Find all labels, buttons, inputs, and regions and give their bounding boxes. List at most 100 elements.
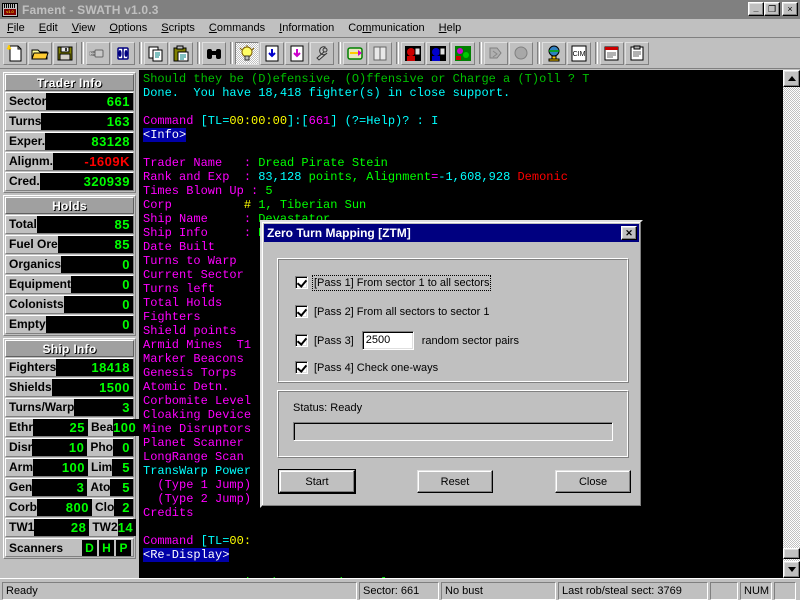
menu-file[interactable]: File xyxy=(0,20,32,36)
new-file-button[interactable] xyxy=(3,42,27,65)
copy-button[interactable] xyxy=(144,42,168,65)
settings-button[interactable] xyxy=(310,42,334,65)
export-button[interactable] xyxy=(285,42,309,65)
terminal-span: Demonic xyxy=(510,170,568,184)
open-folder-button[interactable] xyxy=(28,42,52,65)
import-button[interactable] xyxy=(260,42,284,65)
pass4-checkbox[interactable] xyxy=(295,361,308,374)
scrollbar-thumb[interactable] xyxy=(783,548,800,559)
lightbulb-icon xyxy=(239,45,255,61)
pass3-row[interactable]: [Pass 3] 2500 random sector pairs xyxy=(295,331,519,350)
pass3-checkbox[interactable] xyxy=(295,334,308,347)
field-value: 28 xyxy=(34,519,90,536)
window-controls: _ ❐ × xyxy=(748,2,798,16)
field-label: Fighters xyxy=(9,360,57,374)
field-holds-colonists: Colonists 0 xyxy=(5,295,134,314)
status-message: Ready xyxy=(2,581,357,600)
scroll-up-button[interactable] xyxy=(783,70,800,87)
clipboard-button[interactable] xyxy=(625,42,649,65)
galaxy-button[interactable] xyxy=(542,42,566,65)
save-button[interactable] xyxy=(53,42,77,65)
trader-red-icon xyxy=(405,46,421,61)
find-button[interactable] xyxy=(202,42,226,65)
field-label: TW2 xyxy=(92,520,118,534)
start-button[interactable]: Start xyxy=(279,470,355,493)
field-label: TW1 xyxy=(9,520,35,534)
pass3-count-input[interactable]: 2500 xyxy=(361,331,414,350)
reset-button[interactable]: Reset xyxy=(417,470,493,493)
chevron-up-icon xyxy=(787,76,796,81)
terminal-span: Armid Mines T1 xyxy=(143,338,252,352)
menu-edit[interactable]: Edit xyxy=(32,20,65,36)
terminal-span: Current Sector xyxy=(143,268,244,282)
pass2-checkbox[interactable] xyxy=(295,305,308,318)
trader-red-button[interactable] xyxy=(401,42,425,65)
lightbulb-button[interactable] xyxy=(235,42,259,65)
menu-scripts[interactable]: Scripts xyxy=(154,20,202,36)
menu-options[interactable]: Options xyxy=(102,20,154,36)
connect-button[interactable] xyxy=(86,42,110,65)
terminal-span: Ship Info : xyxy=(143,226,259,240)
cim-button[interactable]: CIM xyxy=(567,42,591,65)
book-button[interactable] xyxy=(368,42,392,65)
field-turns: Turns 163 xyxy=(5,112,134,131)
menu-communication[interactable]: Communication xyxy=(341,20,431,36)
disconnect-button[interactable] xyxy=(111,42,135,65)
trader-green-button[interactable] xyxy=(451,42,475,65)
menu-view[interactable]: View xyxy=(65,20,103,36)
field-value: 661 xyxy=(46,93,133,110)
pass1-row[interactable]: [Pass 1] From sector 1 to all sectors xyxy=(295,274,492,291)
notes-icon xyxy=(604,46,619,61)
clipboard-icon xyxy=(630,45,644,61)
minimize-button[interactable]: _ xyxy=(748,2,764,16)
maximize-button[interactable]: ❐ xyxy=(764,2,780,16)
terminal-line: Command [TL=00:00:00]:[661] (?=Help)? : … xyxy=(143,114,783,128)
field-value: 5 xyxy=(110,479,133,496)
field-value: 163 xyxy=(41,113,133,130)
warp-button[interactable] xyxy=(343,42,367,65)
paste-button[interactable] xyxy=(169,42,193,65)
terminal-span: Genesis Torps xyxy=(143,366,237,380)
toolbar-separator xyxy=(592,42,600,65)
field-value: 800 xyxy=(37,499,92,516)
menu-help[interactable]: Help xyxy=(432,20,469,36)
terminal-span: 00: xyxy=(229,534,252,548)
field-label: Empty xyxy=(9,317,46,331)
ship-button[interactable] xyxy=(484,42,508,65)
terminal-line: Rank and Exp : 83,128 points, Alignment=… xyxy=(143,170,783,184)
terminal-scrollbar[interactable] xyxy=(783,70,800,578)
close-dialog-button[interactable]: Close xyxy=(555,470,631,493)
svg-text:CIM: CIM xyxy=(573,51,586,58)
connect-plug-icon xyxy=(89,49,104,58)
terminal-line: Should they be (D)efensive, (O)ffensive … xyxy=(143,72,783,86)
terminal-span: Turns to Warp xyxy=(143,254,237,268)
field-label: Sector xyxy=(9,94,47,108)
menu-information[interactable]: Information xyxy=(272,20,341,36)
field-value: 0 xyxy=(61,256,133,273)
scroll-down-button[interactable] xyxy=(783,561,800,578)
pass2-row[interactable]: [Pass 2] From all sectors to sector 1 xyxy=(295,305,489,318)
toolbar-separator xyxy=(136,42,144,65)
notes-button[interactable] xyxy=(600,42,624,65)
close-button[interactable]: × xyxy=(782,2,798,16)
field-label: Pho xyxy=(90,440,114,454)
trader-info-header: Trader Info xyxy=(5,74,134,91)
status-end xyxy=(774,581,796,600)
field-value: 85 xyxy=(36,216,133,233)
maximize-icon: ❐ xyxy=(767,3,777,14)
pass1-checkbox[interactable] xyxy=(295,276,308,289)
dialog-close-button[interactable]: ✕ xyxy=(621,226,637,240)
scanners-label: Scanners xyxy=(9,540,64,555)
terminal-span: [TL= xyxy=(200,114,230,128)
copy-icon xyxy=(148,46,163,62)
planet-grey-icon xyxy=(514,46,528,60)
field-value: 320939 xyxy=(39,173,133,190)
planet-button[interactable] xyxy=(509,42,533,65)
trader-blue-button[interactable] xyxy=(426,42,450,65)
field-holds-organics: Organics 0 xyxy=(5,255,134,274)
menu-commands[interactable]: Commands xyxy=(202,20,272,36)
terminal-span: points, xyxy=(301,170,367,184)
pass4-row[interactable]: [Pass 4] Check one-ways xyxy=(295,361,438,374)
field-value: 3 xyxy=(32,479,88,496)
